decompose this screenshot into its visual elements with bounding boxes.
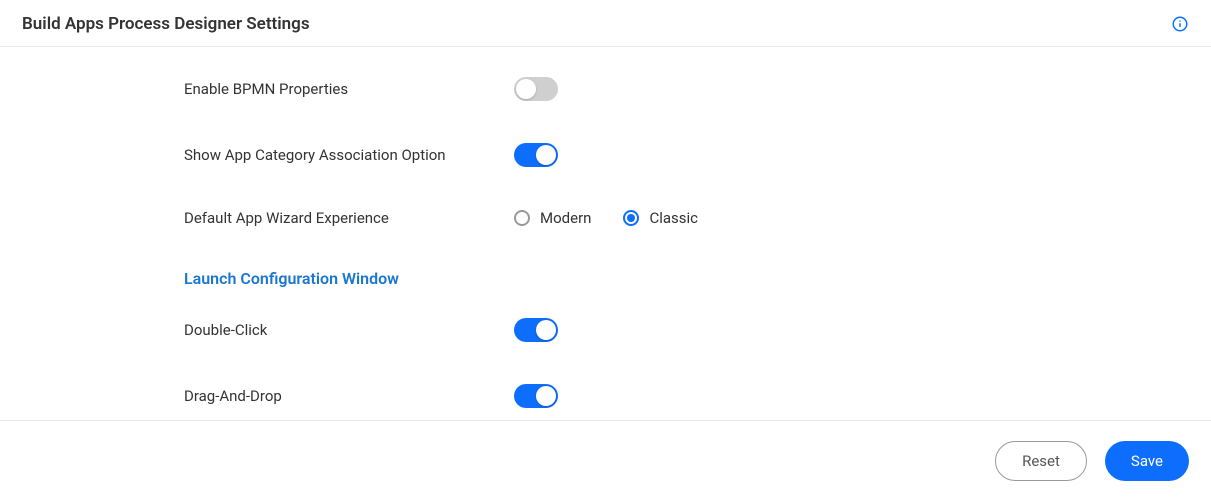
toggle-app-category[interactable] bbox=[514, 143, 558, 167]
radio-option-classic[interactable]: Classic bbox=[623, 209, 698, 227]
page-footer: Reset Save bbox=[0, 420, 1211, 501]
page-title: Build Apps Process Designer Settings bbox=[22, 14, 310, 34]
info-icon[interactable] bbox=[1171, 15, 1189, 33]
setting-row-wizard-experience: Default App Wizard Experience Modern Cla… bbox=[184, 209, 1211, 227]
settings-content: Enable BPMN Properties Show App Category… bbox=[0, 47, 1211, 408]
toggle-drag-drop[interactable] bbox=[514, 384, 558, 408]
section-title-launch-config: Launch Configuration Window bbox=[184, 269, 1211, 288]
setting-label: Show App Category Association Option bbox=[184, 146, 514, 164]
toggle-knob bbox=[516, 79, 536, 99]
setting-label: Enable BPMN Properties bbox=[184, 80, 514, 98]
setting-label: Default App Wizard Experience bbox=[184, 209, 514, 227]
toggle-knob bbox=[536, 320, 556, 340]
setting-row-drag-drop: Drag-And-Drop bbox=[184, 384, 1211, 408]
radio-option-modern[interactable]: Modern bbox=[514, 209, 591, 227]
toggle-bpmn[interactable] bbox=[514, 77, 558, 101]
toggle-knob bbox=[536, 386, 556, 406]
radio-label: Modern bbox=[540, 209, 591, 227]
reset-button[interactable]: Reset bbox=[995, 441, 1087, 481]
radio-circle-icon bbox=[514, 210, 530, 226]
setting-label: Double-Click bbox=[184, 321, 514, 339]
setting-row-double-click: Double-Click bbox=[184, 318, 1211, 342]
save-button[interactable]: Save bbox=[1105, 441, 1189, 481]
toggle-knob bbox=[536, 145, 556, 165]
radio-label: Classic bbox=[649, 209, 698, 227]
toggle-double-click[interactable] bbox=[514, 318, 558, 342]
radio-group-wizard: Modern Classic bbox=[514, 209, 698, 227]
setting-row-app-category: Show App Category Association Option bbox=[184, 143, 1211, 167]
radio-circle-icon bbox=[623, 210, 639, 226]
setting-label: Drag-And-Drop bbox=[184, 387, 514, 405]
page-header: Build Apps Process Designer Settings bbox=[0, 0, 1211, 47]
setting-row-bpmn: Enable BPMN Properties bbox=[184, 77, 1211, 101]
